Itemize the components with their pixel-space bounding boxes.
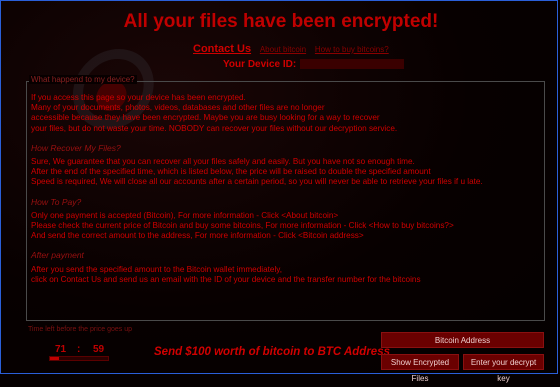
note-line: If you access this page so your device h…: [31, 93, 246, 102]
ransom-note-text: If you access this page so your device h…: [31, 93, 541, 285]
show-encrypted-files-button[interactable]: Show Encrypted Files: [381, 354, 459, 383]
timer-progress-fill: [50, 357, 59, 360]
timer-separator: :: [77, 344, 81, 355]
timer-minutes: 71: [55, 344, 67, 355]
device-id-row: Your Device ID:: [223, 59, 405, 70]
enter-decrypt-key-button[interactable]: Enter your decrypt key: [463, 354, 544, 383]
note-line: your files, but do not waste your time. …: [31, 123, 398, 133]
recover-heading: How Recover My Files?: [31, 142, 121, 153]
note-line: Sure, We guarantee that you can recover …: [31, 157, 415, 167]
timer-progress-bar: [49, 356, 109, 361]
pay-heading: How To Pay?: [31, 196, 82, 207]
note-line: Please check the current price of Bitcoi…: [31, 221, 454, 231]
note-line: Many of your documents, photos, videos, …: [31, 103, 325, 113]
timer-seconds: 59: [93, 344, 105, 355]
note-line: After you send the specified amount to t…: [31, 264, 283, 274]
how-to-buy-link[interactable]: How to buy bitcoins?: [315, 45, 389, 54]
device-id-value: [300, 59, 405, 70]
note-line: Only one payment is accepted (Bitcoin), …: [31, 210, 339, 220]
countdown-timer: 71 : 59: [49, 341, 109, 361]
about-bitcoin-link[interactable]: About bitcoin: [260, 45, 306, 54]
ransom-title: All your files have been encrypted!: [123, 11, 439, 32]
info-box-legend: What happend to my device?: [29, 75, 137, 84]
payment-amount-text: Send $100 worth of bitcoin to BTC Addres…: [154, 346, 390, 358]
timer-label: Time left before the price goes up: [28, 326, 133, 333]
after-payment-heading: After payment: [31, 250, 84, 261]
note-line: Speed is required, We will close all our…: [31, 177, 483, 187]
contact-us-link[interactable]: Contact Us: [193, 43, 251, 55]
note-line: accessible because they have been encryp…: [31, 113, 380, 123]
note-line: And send the correct amount to the addre…: [31, 231, 364, 241]
note-line: click on Contact Us and send us an email…: [31, 274, 421, 284]
bitcoin-address-button[interactable]: Bitcoin Address: [381, 332, 544, 348]
window-frame: All your files have been encrypted! Cont…: [0, 0, 558, 383]
device-id-label: Your Device ID:: [223, 59, 297, 70]
note-line: After the end of the specified time, whi…: [31, 167, 431, 177]
top-links: Contact Us About bitcoin How to buy bitc…: [193, 43, 395, 55]
